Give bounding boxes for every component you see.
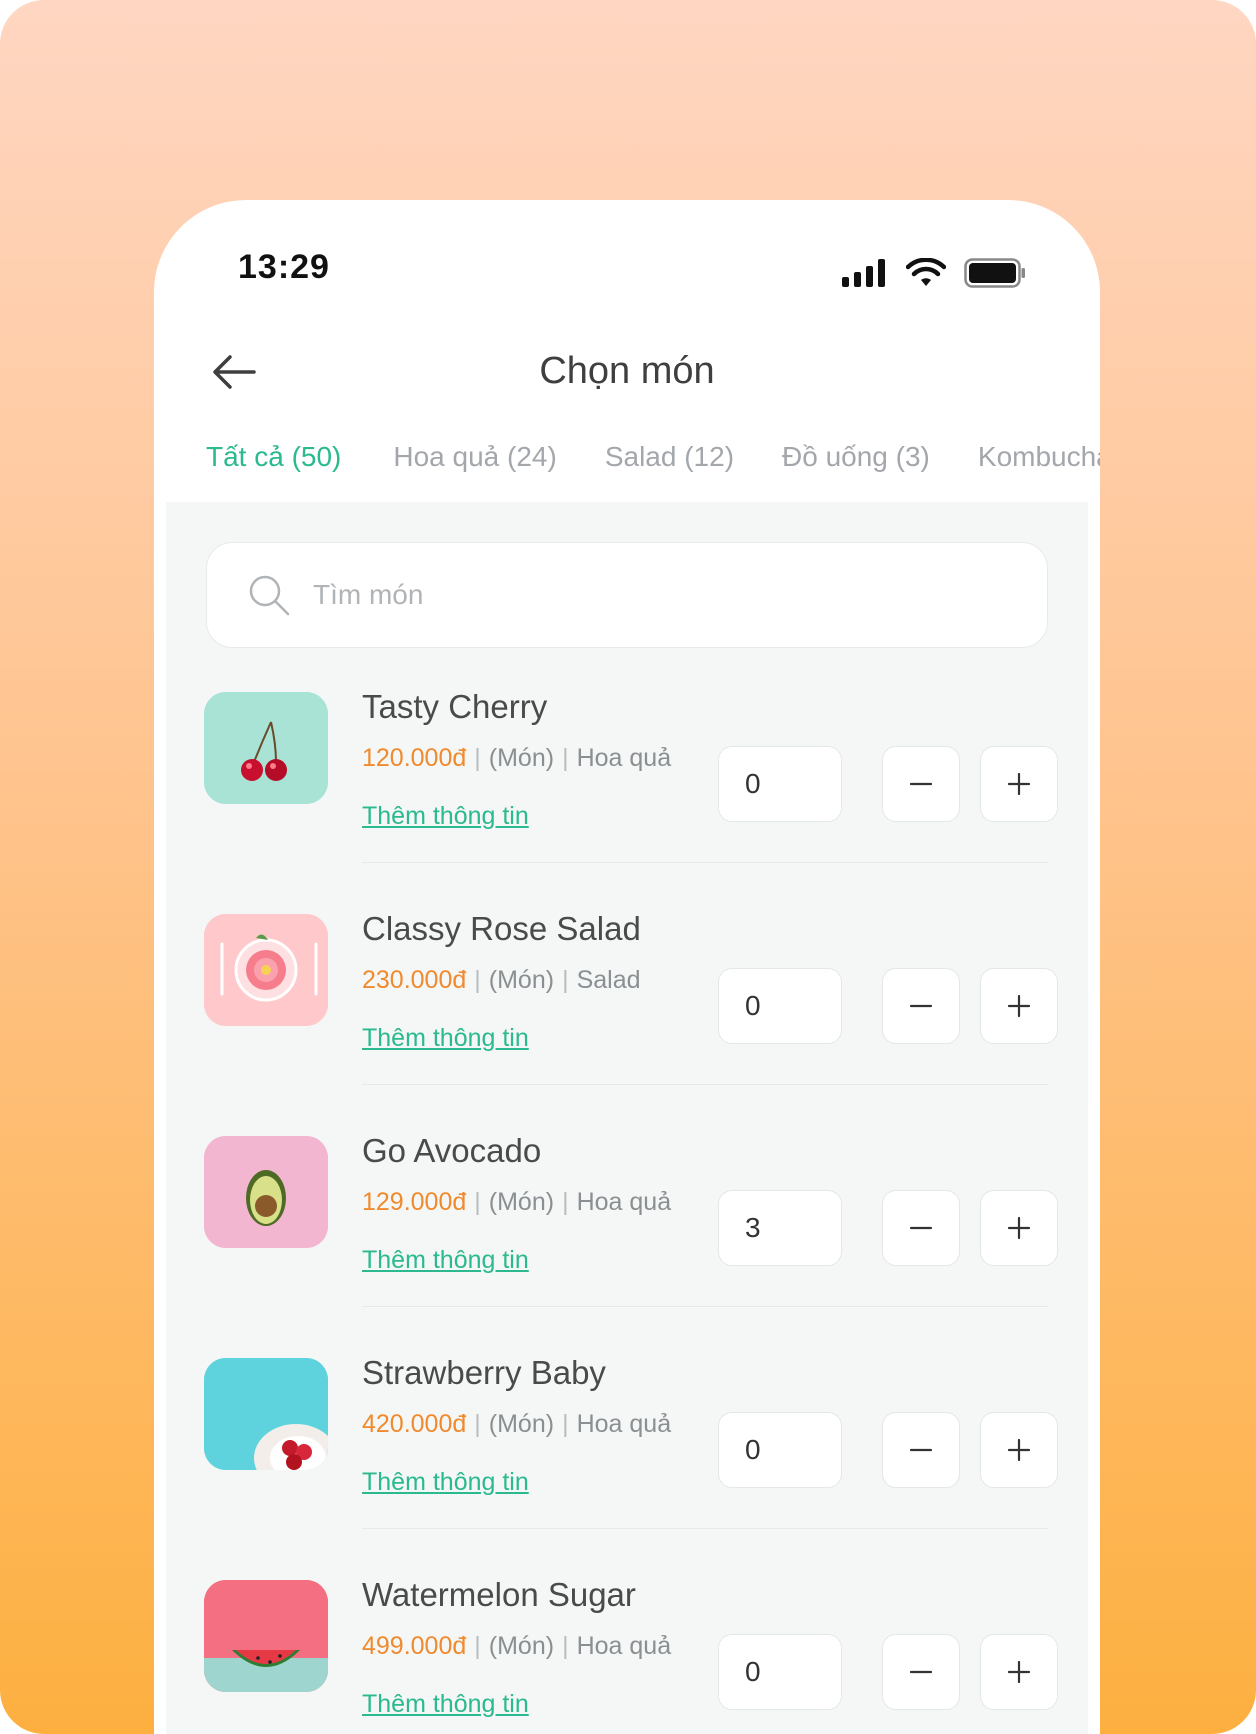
item-unit: (Món) xyxy=(488,1632,555,1660)
more-info-link[interactable]: Thêm thông tin xyxy=(362,1690,529,1719)
item-unit: (Món) xyxy=(488,966,555,994)
decrease-button[interactable] xyxy=(882,1412,960,1488)
more-info-link[interactable]: Thêm thông tin xyxy=(362,1468,529,1497)
item-image xyxy=(204,692,328,804)
item-name: Watermelon Sugar xyxy=(362,1576,636,1613)
search-icon xyxy=(249,575,290,616)
wifi-icon xyxy=(906,258,946,286)
minus-icon xyxy=(909,1226,933,1230)
more-info-link[interactable]: Thêm thông tin xyxy=(362,802,529,831)
increase-button[interactable] xyxy=(980,1190,1058,1266)
status-time: 13:29 xyxy=(238,248,330,286)
tab-drinks[interactable]: Đồ uống (3) xyxy=(758,432,954,502)
item-price: 129.000đ xyxy=(362,1188,467,1216)
increase-button[interactable] xyxy=(980,1634,1058,1710)
cherry-icon xyxy=(204,692,328,804)
minus-icon xyxy=(909,1670,933,1674)
list-item: Watermelon Sugar 499.000đ | (Món) | Hoa quả … xyxy=(166,1576,1088,1734)
item-unit: (Món) xyxy=(488,1410,555,1438)
item-price: 230.000đ xyxy=(362,966,467,994)
quantity-field[interactable]: 3 xyxy=(718,1190,842,1266)
item-name: Go Avocado xyxy=(362,1132,542,1169)
item-name: Classy Rose Salad xyxy=(362,910,641,947)
decrease-button[interactable] xyxy=(882,968,960,1044)
item-image xyxy=(204,914,328,1026)
list-item: Strawberry Baby 420.000đ | (Món) | Hoa quả T… xyxy=(166,1354,1088,1580)
menu-content: Tasty Cherry 120.000đ|(Món)|Hoa quả Thêm… xyxy=(166,502,1088,1734)
quantity-field[interactable]: 0 xyxy=(718,1412,842,1488)
more-info-link[interactable]: Thêm thông tin xyxy=(362,1024,529,1053)
page-title: Chọn món xyxy=(539,350,715,392)
plus-icon xyxy=(1007,1438,1031,1462)
item-meta: 499.000đ | (Món) | Hoa quả xyxy=(362,1632,672,1660)
phone-screen: 13:29 Chọn món Tất cả (50) Hoa quả (24) … xyxy=(154,200,1100,1734)
item-meta: 420.000đ | (Món) | Hoa quả xyxy=(362,1410,672,1438)
search-input[interactable] xyxy=(311,578,1015,612)
status-icons xyxy=(842,258,1026,288)
item-price: 420.000đ xyxy=(362,1410,467,1438)
signal-icon xyxy=(842,259,885,287)
divider xyxy=(362,862,1048,863)
tab-salad[interactable]: Salad (12) xyxy=(581,432,758,502)
item-price: 499.000đ xyxy=(362,1632,467,1660)
item-category: Hoa quả xyxy=(576,1410,672,1438)
item-category: Hoa quả xyxy=(576,744,672,772)
increase-button[interactable] xyxy=(980,746,1058,822)
item-image xyxy=(204,1136,328,1248)
minus-icon xyxy=(909,782,933,786)
decrease-button[interactable] xyxy=(882,1190,960,1266)
decrease-button[interactable] xyxy=(882,746,960,822)
divider xyxy=(362,1306,1048,1307)
item-unit: (Món) xyxy=(488,744,555,772)
divider xyxy=(362,1528,1048,1529)
item-image xyxy=(204,1358,328,1470)
item-meta: 230.000đ | (Món) | Salad xyxy=(362,966,641,994)
header: Chọn món xyxy=(154,330,1100,420)
increase-button[interactable] xyxy=(980,1412,1058,1488)
plus-icon xyxy=(1007,1216,1031,1240)
category-tabs: Tất cả (50) Hoa quả (24) Salad (12) Đồ u… xyxy=(166,432,1100,502)
increase-button[interactable] xyxy=(980,968,1058,1044)
watermelon-icon xyxy=(204,1580,328,1692)
quantity-field[interactable]: 0 xyxy=(718,968,842,1044)
item-price: 120.000đ xyxy=(362,744,467,772)
plus-icon xyxy=(1007,994,1031,1018)
item-meta: 129.000đ | (Món) | Hoa quả xyxy=(362,1188,672,1216)
tab-kombucha[interactable]: Kombucha xyxy=(954,432,1100,502)
background: 13:29 Chọn món Tất cả (50) Hoa quả (24) … xyxy=(0,0,1256,1734)
list-item: Tasty Cherry 120.000đ | (Món) | Hoa quả Thêm… xyxy=(166,688,1088,914)
list-item: Go Avocado 129.000đ | (Món) | Hoa quả Thêm t… xyxy=(166,1132,1088,1358)
quantity-field[interactable]: 0 xyxy=(718,746,842,822)
item-name: Strawberry Baby xyxy=(362,1354,606,1391)
search-box[interactable] xyxy=(206,542,1048,648)
plus-icon xyxy=(1007,1660,1031,1684)
item-meta: 120.000đ | (Món) | Hoa quả xyxy=(362,744,672,772)
item-category: Hoa quả xyxy=(576,1188,672,1216)
more-info-link[interactable]: Thêm thông tin xyxy=(362,1246,529,1275)
item-category: Salad xyxy=(576,966,641,994)
rose-salad-icon xyxy=(204,914,328,1026)
tab-fruit[interactable]: Hoa quả (24) xyxy=(369,432,580,502)
item-unit: (Món) xyxy=(488,1188,555,1216)
list-item: Classy Rose Salad 230.000đ | (Món) | Salad T… xyxy=(166,910,1088,1136)
item-image xyxy=(204,1580,328,1692)
minus-icon xyxy=(909,1004,933,1008)
decrease-button[interactable] xyxy=(882,1634,960,1710)
item-name: Tasty Cherry xyxy=(362,688,548,725)
minus-icon xyxy=(909,1448,933,1452)
avocado-icon xyxy=(204,1136,328,1248)
item-category: Hoa quả xyxy=(576,1632,672,1660)
battery-icon xyxy=(964,258,1025,288)
strawberry-icon xyxy=(204,1358,328,1470)
divider xyxy=(362,1084,1048,1085)
quantity-field[interactable]: 0 xyxy=(718,1634,842,1710)
plus-icon xyxy=(1007,772,1031,796)
tab-all[interactable]: Tất cả (50) xyxy=(166,432,369,502)
